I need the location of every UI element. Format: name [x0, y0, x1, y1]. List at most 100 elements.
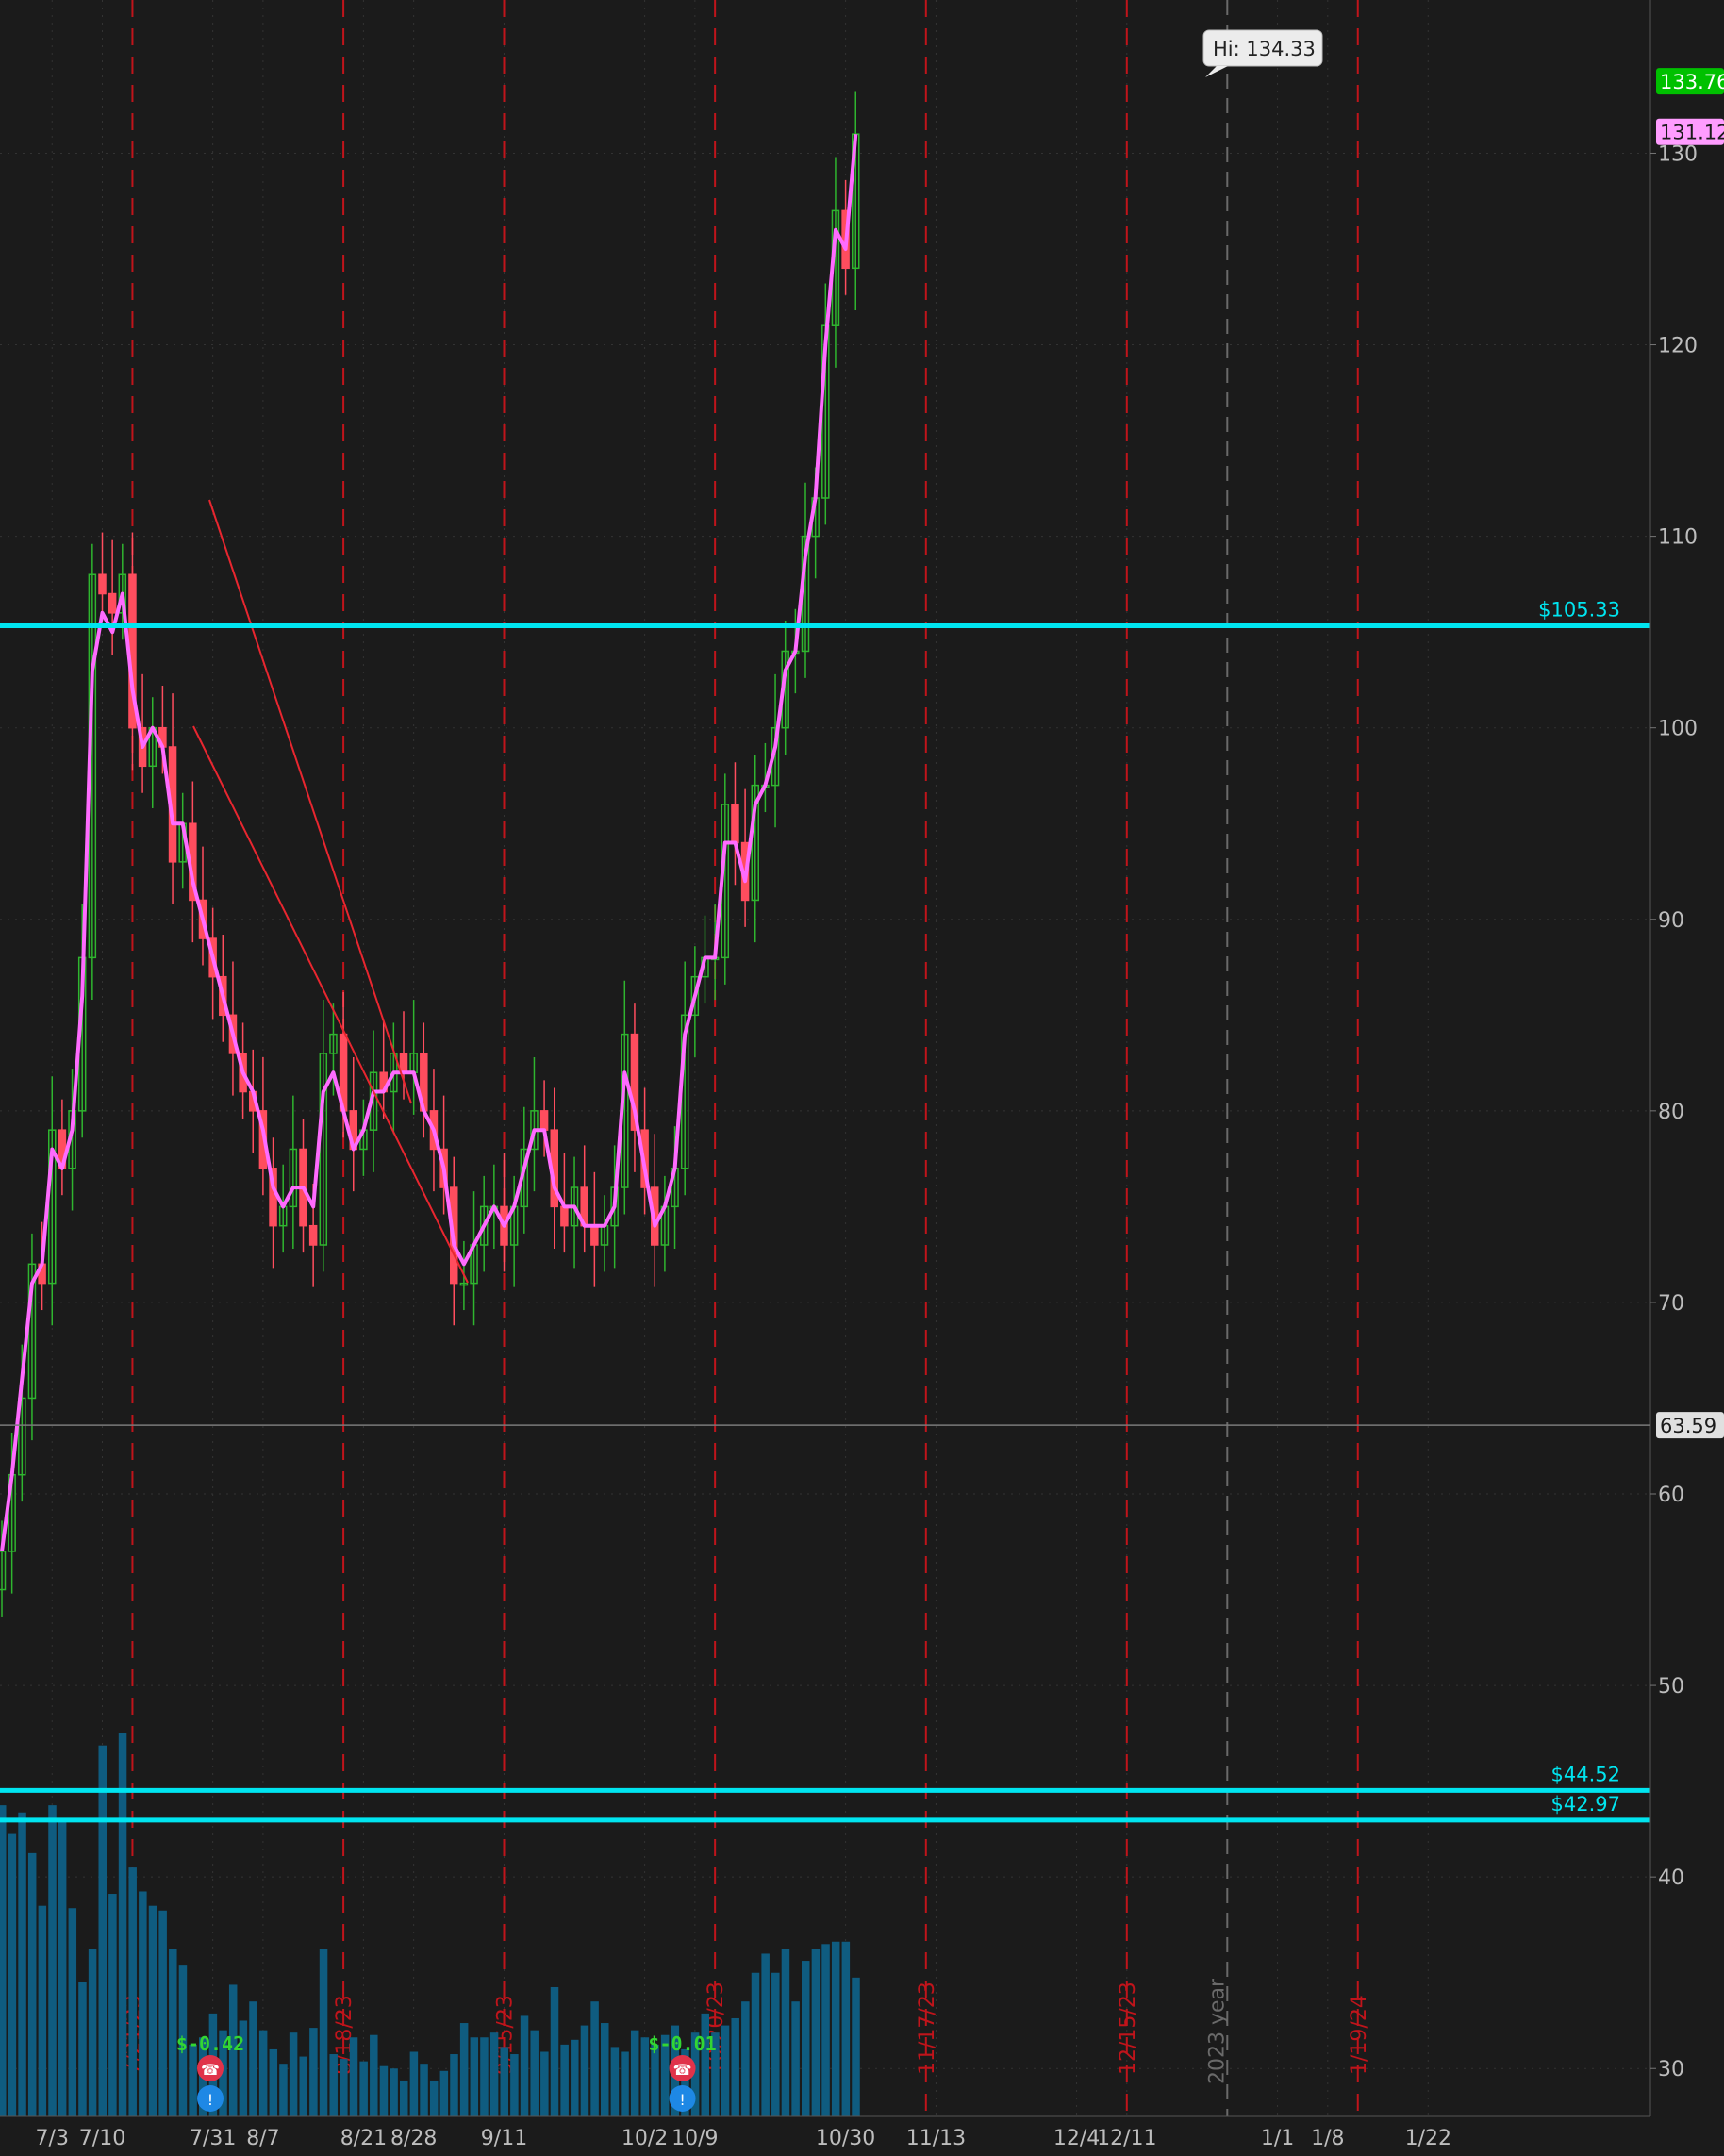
volume-bar: [621, 2051, 629, 2116]
price-badge-label: 133.76: [1660, 71, 1724, 93]
volume-bar: [480, 2037, 489, 2116]
volume-bar: [560, 2044, 569, 2116]
chart-background: [0, 0, 1724, 2156]
volume-bar: [520, 2015, 529, 2116]
volume-bar: [802, 1961, 810, 2116]
volume-bar: [731, 2017, 739, 2116]
event-line-label: 11/17/23: [916, 1982, 939, 2075]
volume-bar: [580, 2025, 589, 2116]
y-tick-label: 80: [1658, 1101, 1684, 1124]
candle-body: [731, 804, 739, 844]
volume-bar: [269, 2048, 278, 2116]
volume-bar: [189, 2044, 197, 2116]
volume-bar: [390, 2068, 398, 2116]
volume-bar: [38, 1905, 47, 2116]
volume-bar: [258, 2030, 268, 2116]
volume-bar: [741, 2001, 750, 2116]
volume-bar: [27, 1852, 37, 2116]
y-tick-label: 50: [1658, 1675, 1684, 1699]
x-tick-label: 8/7: [246, 2127, 279, 2150]
volume-bar: [359, 2061, 368, 2116]
event-line-label: 1/19/24: [1348, 1995, 1371, 2075]
earnings-bulb-glyph: !: [679, 2091, 685, 2109]
price-badge-label: 63.59: [1660, 1415, 1716, 1437]
volume-bar: [309, 2028, 318, 2116]
volume-bar: [409, 2051, 419, 2116]
earnings-phone-glyph: ☎: [673, 2061, 692, 2079]
volume-bar: [379, 2065, 389, 2116]
y-tick-label: 100: [1658, 718, 1698, 741]
volume-bar: [319, 1949, 328, 2116]
price-level-label: $42.97: [1551, 1793, 1620, 1816]
volume-bar: [540, 2051, 549, 2116]
volume-bar: [8, 1833, 17, 2116]
volume-bar: [78, 1982, 87, 2116]
volume-bar: [601, 2023, 609, 2116]
x-tick-label: 8/21: [340, 2127, 387, 2150]
volume-bar: [128, 1867, 137, 2116]
y-tick-label: 90: [1658, 909, 1684, 933]
volume-bar: [429, 2080, 439, 2116]
y-tick-label: 110: [1658, 526, 1698, 550]
volume-bar: [439, 2070, 449, 2116]
volume-bar: [510, 2054, 519, 2116]
price-level-label: $105.33: [1538, 598, 1620, 621]
y-tick-label: 120: [1658, 335, 1698, 358]
volume-bar: [249, 2001, 257, 2116]
volume-bar: [329, 2054, 338, 2116]
x-tick-label: 7/31: [190, 2127, 236, 2150]
volume-bar: [489, 2032, 499, 2116]
candle-body: [308, 1224, 318, 1246]
volume-bar: [139, 1891, 147, 2116]
volume-bar: [701, 2013, 709, 2116]
volume-bar: [0, 1805, 7, 2116]
volume-bar: [299, 2056, 307, 2116]
volume-bar: [459, 2023, 469, 2116]
y-tick-label: 130: [1658, 142, 1698, 166]
earnings-label: $-0.01: [648, 2032, 716, 2055]
volume-bar: [530, 2030, 539, 2116]
x-tick-label: 12/4: [1053, 2127, 1100, 2150]
volume-bar: [500, 2047, 508, 2116]
y-tick-label: 30: [1658, 2058, 1684, 2081]
volume-bar: [791, 2001, 800, 2116]
volume-bar: [98, 1745, 107, 2116]
x-tick-label: 10/30: [816, 2127, 875, 2150]
volume-bar: [811, 1949, 821, 2116]
volume-bar: [470, 2037, 479, 2116]
volume-bar: [852, 1977, 860, 2116]
earnings-bulb-glyph: !: [207, 2091, 213, 2109]
x-tick-label: 1/22: [1405, 2127, 1451, 2150]
volume-bar: [831, 1941, 840, 2116]
stock-chart[interactable]: 7/21/238/18/239/15/2310/20/2311/17/2312/…: [0, 0, 1724, 2156]
x-tick-label: 1/1: [1261, 2127, 1294, 2150]
candle-body: [539, 1110, 549, 1131]
volume-bar: [289, 2032, 298, 2116]
volume-bar: [88, 1949, 97, 2116]
volume-bar: [590, 2001, 599, 2116]
volume-bar: [68, 1908, 77, 2116]
x-tick-label: 1/8: [1311, 2127, 1344, 2150]
volume-bar: [279, 2064, 288, 2116]
x-tick-label: 12/11: [1097, 2127, 1156, 2150]
volume-bar: [420, 2064, 428, 2116]
x-tick-label: 8/28: [390, 2127, 437, 2150]
volume-bar: [821, 1944, 830, 2116]
volume-bar: [761, 1953, 770, 2116]
x-tick-label: 10/9: [671, 2127, 718, 2150]
volume-bar: [781, 1949, 790, 2116]
x-tick-label: 11/13: [906, 2127, 966, 2150]
earnings-phone-glyph: ☎: [201, 2061, 220, 2079]
volume-bar: [48, 1805, 57, 2116]
candle-body: [108, 592, 117, 614]
volume-bar: [651, 2044, 659, 2116]
volume-bar: [340, 2059, 348, 2116]
volume-bar: [58, 1819, 67, 2116]
x-tick-label: 7/3: [36, 2127, 69, 2150]
event-line-label: 12/15/23: [1117, 1982, 1140, 2075]
y-tick-label: 40: [1658, 1866, 1684, 1890]
candle-body: [399, 1053, 408, 1073]
volume-bar: [148, 1905, 157, 2116]
year-divider-label: 2023 year: [1205, 1978, 1229, 2084]
volume-bar: [108, 1894, 117, 2116]
